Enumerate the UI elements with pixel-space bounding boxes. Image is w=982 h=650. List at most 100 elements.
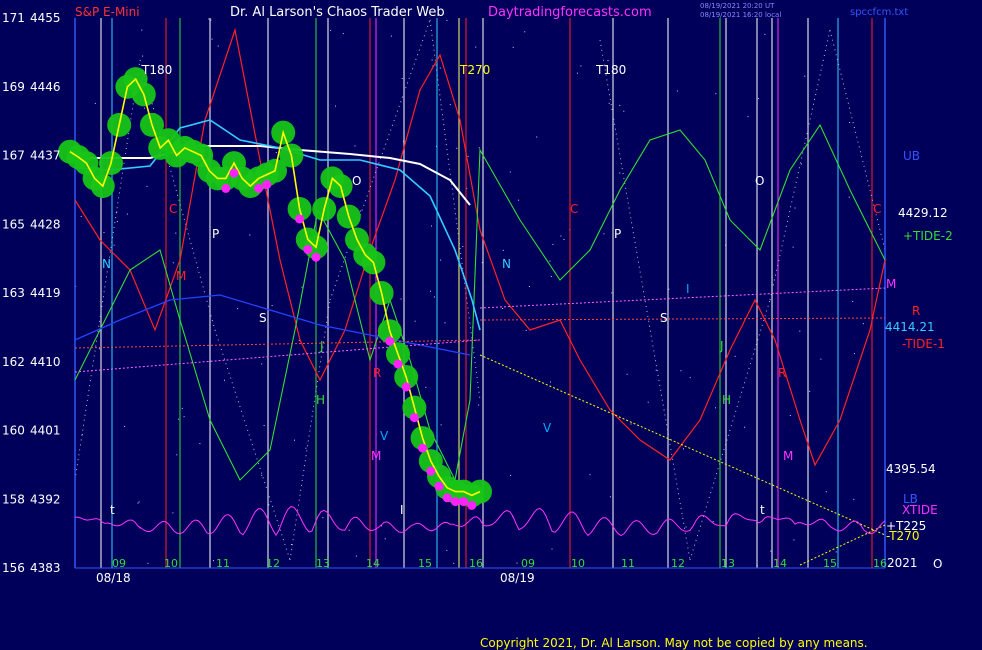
right-label-r: R	[912, 304, 920, 318]
star-dot	[453, 562, 455, 564]
annotation-label: t	[760, 503, 765, 517]
star-dot	[116, 221, 118, 222]
annotation-label: V	[543, 421, 552, 435]
star-dot	[143, 107, 145, 109]
annotation-label: V	[380, 429, 389, 443]
star-dot	[809, 390, 811, 392]
annotation-label: t	[110, 503, 115, 517]
star-dot	[647, 401, 649, 403]
x-hour-label: 09	[112, 557, 126, 570]
star-dot	[853, 353, 855, 355]
star-dot	[80, 215, 82, 217]
star-dot	[611, 292, 613, 294]
star-dot	[852, 300, 854, 302]
x-hour-label: 14	[773, 557, 787, 570]
star-dot	[502, 308, 504, 309]
star-dot	[525, 329, 527, 331]
x-hour-label: 10	[571, 557, 585, 570]
annotation-label: S	[660, 311, 668, 325]
star-dot	[456, 147, 458, 149]
star-dot	[213, 560, 214, 562]
x-hour-label: 11	[621, 557, 635, 570]
x-hour-label: 12	[671, 557, 685, 570]
annotation-label: T180	[141, 63, 172, 77]
annotation-label: R	[778, 366, 786, 380]
annotation-label: I	[686, 282, 690, 296]
star-dot	[467, 155, 469, 157]
price-dot	[393, 359, 403, 369]
y-tick-value: 4401	[30, 424, 61, 438]
star-dot	[141, 29, 143, 31]
symbol-title: S&P E-Mini	[75, 5, 140, 19]
star-dot	[744, 426, 746, 428]
x-hour-label: 13	[721, 557, 735, 570]
price-dot	[442, 493, 452, 503]
star-dot	[801, 163, 802, 165]
x-hour-label: 13	[316, 557, 330, 570]
star-dot	[335, 105, 336, 107]
star-dot	[623, 110, 625, 112]
price-dot	[229, 168, 239, 178]
chart-title: Dr. Al Larson's Chaos Trader Web	[230, 5, 445, 20]
price-dot	[434, 481, 444, 491]
star-dot	[208, 18, 210, 20]
price-dot	[295, 214, 305, 224]
right-label-xtide: XTIDE	[902, 503, 938, 517]
star-dot	[518, 199, 520, 201]
star-dot	[536, 136, 538, 138]
x-hour-label: 12	[266, 557, 280, 570]
price-dot	[311, 252, 321, 262]
star-dot	[414, 320, 416, 322]
right-value-3: 4395.54	[886, 462, 936, 476]
right-label-c: C	[873, 202, 881, 216]
star-dot	[478, 147, 480, 149]
star-dot	[689, 377, 691, 379]
x-hour-label: 16	[469, 557, 483, 570]
y-tick-left: 163	[2, 286, 25, 300]
star-dot	[685, 526, 687, 528]
x-hour-label: 14	[366, 557, 380, 570]
star-dot	[853, 498, 855, 500]
y-tick-left: 162	[2, 355, 25, 369]
star-dot	[715, 407, 716, 409]
star-dot	[440, 259, 442, 261]
star-dot	[607, 60, 609, 62]
copyright: Copyright 2021, Dr. Al Larson. May not b…	[480, 636, 868, 650]
y-tick-value: 4410	[30, 355, 61, 369]
right-label-tide-plus: +TIDE-2	[903, 229, 953, 243]
y-tick-left: 160	[2, 424, 25, 438]
star-dot	[446, 549, 448, 551]
y-tick-value: 4392	[30, 492, 61, 506]
star-dot	[510, 474, 512, 476]
y-tick-left: 156	[2, 561, 25, 575]
star-dot	[224, 379, 225, 381]
star-dot	[146, 185, 148, 187]
annotation-label: M	[783, 449, 793, 463]
star-dot	[608, 102, 610, 104]
annotation-label: R	[373, 366, 381, 380]
star-dot	[390, 35, 392, 37]
site-link[interactable]: Daytradingforecasts.com	[488, 5, 652, 20]
star-dot	[630, 423, 632, 425]
annotation-label: N	[102, 257, 111, 271]
star-dot	[178, 418, 180, 420]
y-tick-left: 165	[2, 217, 25, 231]
star-dot	[172, 512, 174, 514]
star-dot	[549, 260, 551, 262]
annotation-label: M	[176, 269, 186, 283]
star-dot	[384, 538, 386, 540]
star-dot	[848, 196, 850, 198]
annotation-label: N	[502, 257, 511, 271]
star-dot	[589, 474, 591, 476]
star-dot	[301, 286, 303, 288]
star-dot	[217, 45, 219, 47]
date-label: 08/19	[500, 571, 535, 585]
star-dot	[172, 262, 174, 264]
star-dot	[550, 276, 552, 277]
price-dot	[221, 183, 231, 193]
annotation-label: S	[259, 311, 267, 325]
star-dot	[138, 501, 140, 503]
y-tick-value: 4383	[30, 561, 61, 575]
star-dot	[502, 249, 504, 251]
star-dot	[734, 355, 736, 357]
